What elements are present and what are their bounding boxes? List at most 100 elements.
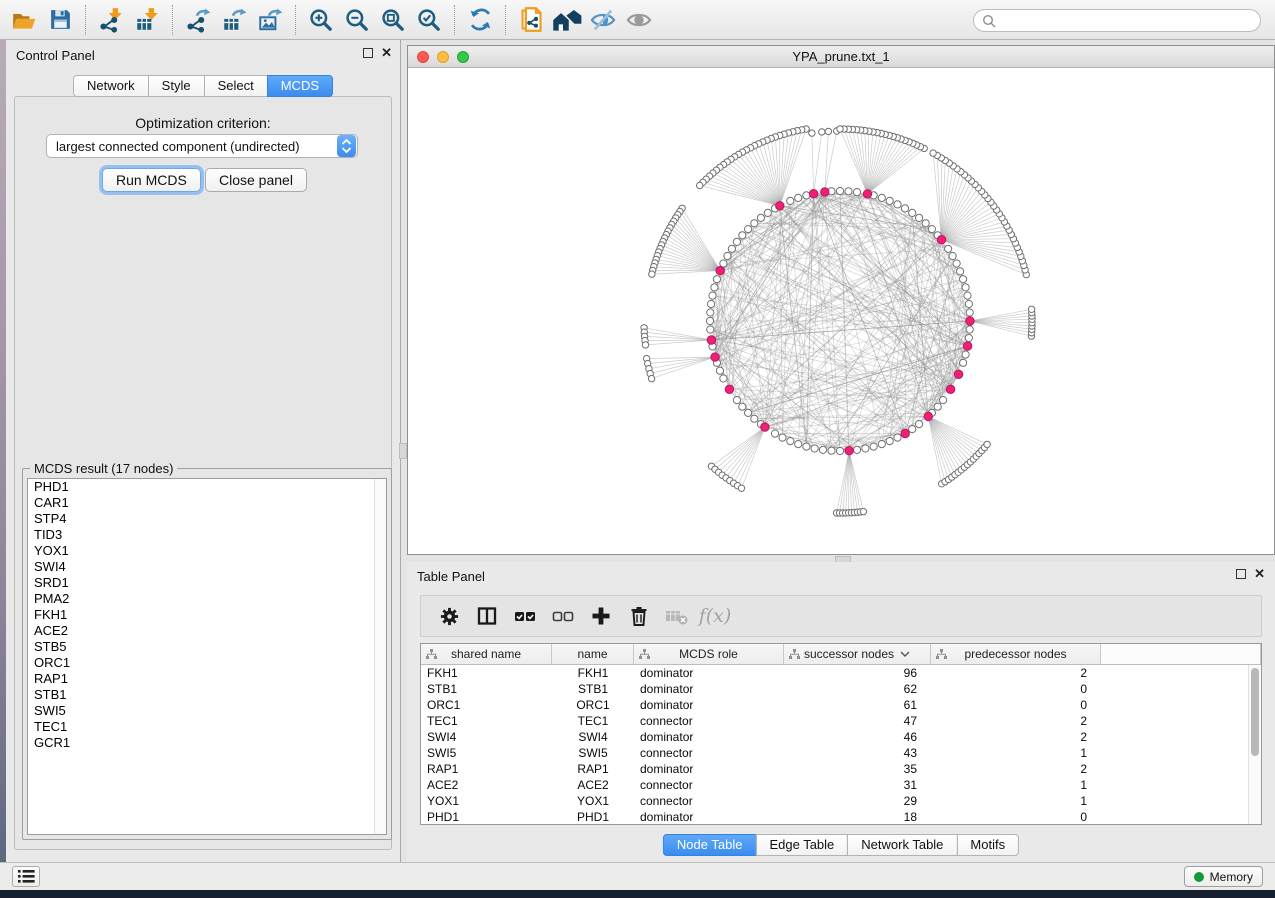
network-node[interactable]: [886, 197, 893, 204]
network-node[interactable]: [771, 430, 778, 437]
zoom-out-button[interactable]: [339, 3, 375, 37]
close-panel-icon[interactable]: ✕: [381, 48, 392, 58]
network-leaf-node[interactable]: [648, 375, 654, 381]
zoom-in-button[interactable]: [303, 3, 339, 37]
apply-layout-button[interactable]: [462, 3, 498, 37]
network-leaf-node[interactable]: [642, 342, 648, 348]
network-node[interactable]: [965, 334, 972, 341]
network-node[interactable]: [708, 300, 715, 307]
network-window-titlebar[interactable]: YPA_prune.txt_1: [408, 46, 1274, 68]
mcds-network-node[interactable]: [924, 412, 932, 420]
table-row[interactable]: RAP1RAP1dominator352: [421, 761, 1261, 777]
import-network-button[interactable]: [93, 3, 129, 37]
network-node[interactable]: [728, 245, 735, 252]
network-leaf-node[interactable]: [819, 129, 825, 135]
mcds-result-item[interactable]: STB1: [28, 687, 386, 703]
mcds-result-item[interactable]: FKH1: [28, 607, 386, 623]
mcds-network-node[interactable]: [937, 236, 945, 244]
save-session-button[interactable]: [42, 3, 78, 37]
network-node[interactable]: [960, 359, 967, 366]
deselect-all-button[interactable]: [547, 600, 579, 632]
export-image-button[interactable]: [252, 3, 288, 37]
mcds-network-node[interactable]: [901, 429, 909, 437]
network-node[interactable]: [720, 375, 727, 382]
delete-column-button[interactable]: [623, 600, 655, 632]
mcds-result-item[interactable]: STB5: [28, 639, 386, 655]
network-node[interactable]: [757, 214, 764, 221]
network-node[interactable]: [916, 421, 923, 428]
hide-selected-button[interactable]: [585, 3, 621, 37]
network-leaf-node[interactable]: [738, 485, 744, 491]
mcds-result-item[interactable]: TID3: [28, 527, 386, 543]
network-node[interactable]: [894, 201, 901, 208]
table-row[interactable]: ORC1ORC1dominator610: [421, 697, 1261, 713]
mcds-result-item[interactable]: STP4: [28, 511, 386, 527]
network-node[interactable]: [940, 397, 947, 404]
run-mcds-button[interactable]: Run MCDS: [102, 168, 201, 192]
table-row[interactable]: FKH1FKH1dominator962: [421, 665, 1261, 681]
mcds-result-item[interactable]: PMA2: [28, 591, 386, 607]
mcds-network-node[interactable]: [776, 202, 784, 210]
network-node[interactable]: [862, 445, 869, 452]
function-builder-button[interactable]: f(x): [699, 600, 731, 632]
mcds-network-node[interactable]: [946, 385, 954, 393]
network-node[interactable]: [934, 403, 941, 410]
mcds-network-node[interactable]: [809, 190, 817, 198]
mcds-network-node[interactable]: [821, 188, 829, 196]
close-panel-icon[interactable]: ✕: [1254, 569, 1265, 579]
mcds-network-node[interactable]: [966, 317, 974, 325]
float-panel-icon[interactable]: [363, 48, 373, 58]
network-node[interactable]: [853, 189, 860, 196]
network-node[interactable]: [894, 434, 901, 441]
network-node[interactable]: [711, 284, 718, 291]
column-header-shared-name[interactable]: shared name: [421, 644, 552, 664]
export-to-web-button[interactable]: [513, 3, 549, 37]
network-node[interactable]: [709, 292, 716, 299]
network-node[interactable]: [739, 403, 746, 410]
network-node[interactable]: [745, 409, 752, 416]
mcds-network-node[interactable]: [954, 370, 962, 378]
tab-motifs[interactable]: Motifs: [956, 834, 1019, 856]
network-node[interactable]: [962, 351, 969, 358]
memory-button[interactable]: Memory: [1184, 866, 1263, 887]
tab-node-table[interactable]: Node Table: [663, 834, 757, 856]
network-node[interactable]: [828, 447, 835, 454]
network-node[interactable]: [803, 192, 810, 199]
mcds-result-item[interactable]: ACE2: [28, 623, 386, 639]
column-header-mcds-role[interactable]: MCDS role: [634, 644, 784, 664]
network-node[interactable]: [966, 326, 973, 333]
network-node[interactable]: [795, 194, 802, 201]
float-panel-icon[interactable]: [1236, 569, 1246, 579]
mcds-network-node[interactable]: [711, 353, 719, 361]
toggle-panel-layout-button[interactable]: [471, 600, 503, 632]
optimization-criterion-select[interactable]: largest connected component (undirected): [46, 134, 358, 158]
network-node[interactable]: [811, 445, 818, 452]
mcds-result-item[interactable]: GCR1: [28, 735, 386, 751]
tab-select[interactable]: Select: [204, 75, 268, 97]
mcds-network-node[interactable]: [761, 423, 769, 431]
mcds-result-item[interactable]: CAR1: [28, 495, 386, 511]
network-leaf-node[interactable]: [1028, 306, 1034, 312]
network-node[interactable]: [739, 232, 746, 239]
network-node[interactable]: [836, 187, 843, 194]
network-node[interactable]: [949, 252, 956, 259]
create-column-button[interactable]: [585, 600, 617, 632]
search-input[interactable]: [973, 9, 1261, 32]
column-header-name[interactable]: name: [552, 644, 634, 664]
network-node[interactable]: [779, 434, 786, 441]
first-neighbors-button[interactable]: [549, 3, 585, 37]
network-node[interactable]: [965, 300, 972, 307]
table-row[interactable]: PHD1PHD1dominator180: [421, 809, 1261, 825]
mcds-result-item[interactable]: TEC1: [28, 719, 386, 735]
mcds-network-node[interactable]: [845, 447, 853, 455]
mcds-result-item[interactable]: SWI5: [28, 703, 386, 719]
network-leaf-node[interactable]: [837, 126, 843, 132]
table-row[interactable]: ACE2ACE2connector311: [421, 777, 1261, 793]
network-node[interactable]: [707, 326, 714, 333]
network-node[interactable]: [886, 438, 893, 445]
network-leaf-node[interactable]: [930, 150, 936, 156]
mcds-network-node[interactable]: [716, 266, 724, 274]
mcds-result-item[interactable]: RAP1: [28, 671, 386, 687]
network-node[interactable]: [795, 441, 802, 448]
network-node[interactable]: [845, 188, 852, 195]
